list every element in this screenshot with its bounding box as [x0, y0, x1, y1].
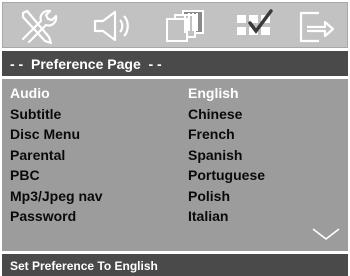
setting-parental[interactable]: Parental — [10, 145, 103, 166]
dvd-setup-menu: - - Preference Page - - Audio Subtitle D… — [0, 0, 350, 276]
speaker-icon[interactable] — [89, 7, 137, 45]
page-title: - - Preference Page - - — [2, 51, 348, 76]
video-screen-icon[interactable] — [161, 7, 209, 45]
setting-audio[interactable]: Audio — [10, 83, 103, 104]
exit-icon[interactable] — [295, 7, 339, 45]
setting-password[interactable]: Password — [10, 206, 103, 227]
option-english[interactable]: English — [188, 83, 265, 104]
settings-panel: Audio Subtitle Disc Menu Parental PBC Mp… — [2, 79, 348, 251]
option-spanish[interactable]: Spanish — [188, 145, 265, 166]
language-option-column: English Chinese French Spanish Portugues… — [188, 83, 265, 227]
option-chinese[interactable]: Chinese — [188, 104, 265, 125]
setting-subtitle[interactable]: Subtitle — [10, 104, 103, 125]
settings-label-column: Audio Subtitle Disc Menu Parental PBC Mp… — [10, 83, 103, 227]
menu-icon-bar — [2, 2, 348, 48]
preference-icon[interactable] — [231, 7, 277, 45]
setting-pbc[interactable]: PBC — [10, 165, 103, 186]
tools-icon[interactable] — [17, 7, 61, 45]
option-polish[interactable]: Polish — [188, 186, 265, 207]
scroll-down-icon[interactable] — [312, 227, 340, 241]
status-bar: Set Preference To English — [2, 254, 348, 276]
option-italian[interactable]: Italian — [188, 206, 265, 227]
setting-disc-menu[interactable]: Disc Menu — [10, 124, 103, 145]
setting-mp3-jpeg-nav[interactable]: Mp3/Jpeg nav — [10, 186, 103, 207]
option-french[interactable]: French — [188, 124, 265, 145]
option-portuguese[interactable]: Portuguese — [188, 165, 265, 186]
